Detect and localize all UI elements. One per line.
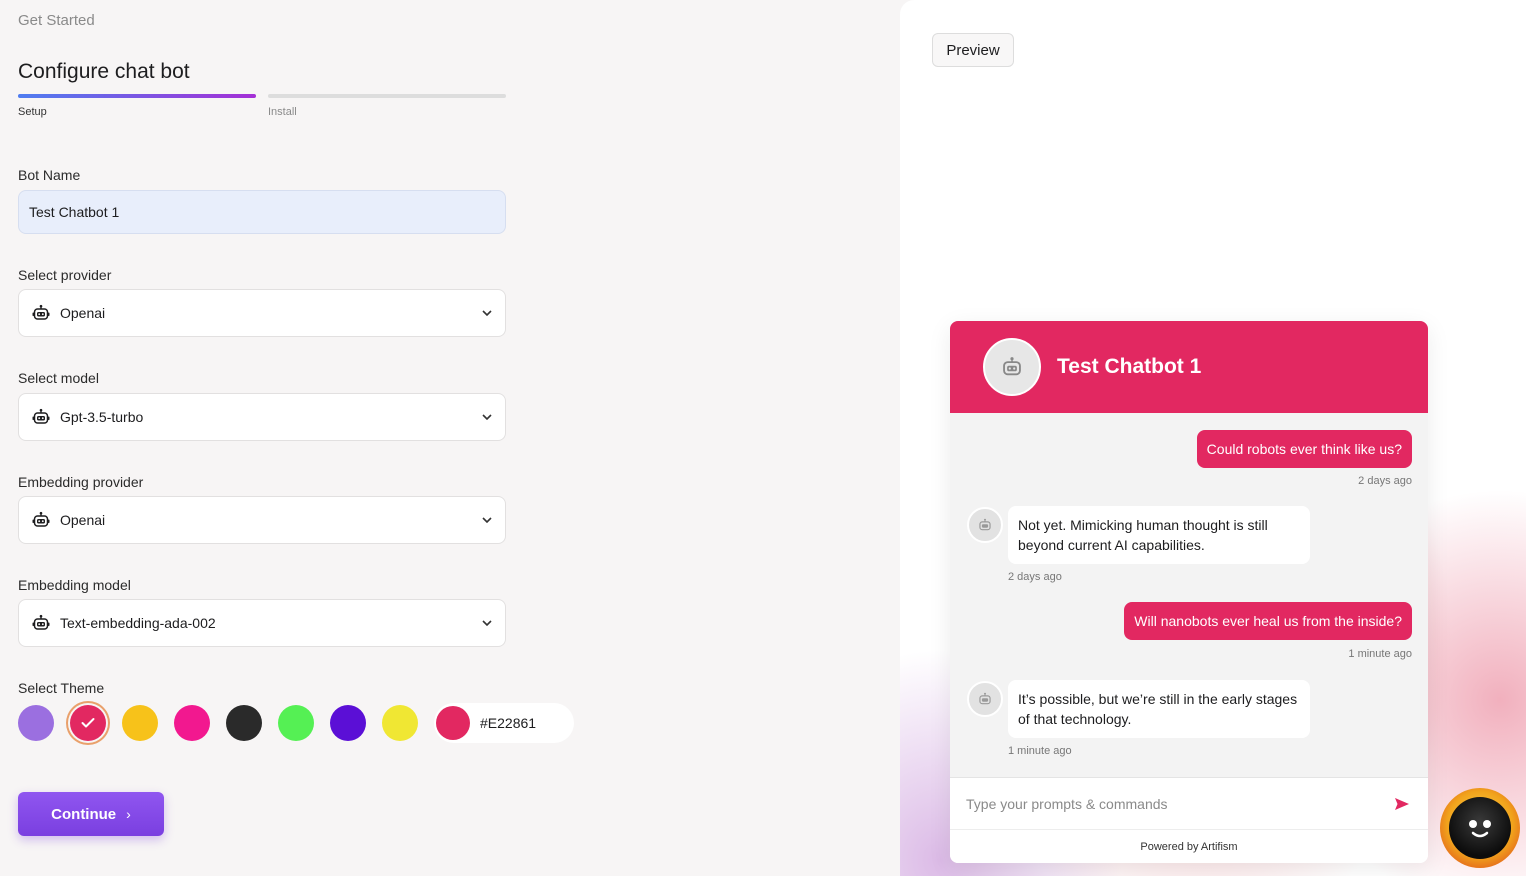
message-time: 2 days ago [1358,475,1412,487]
robot-icon [31,303,51,323]
step-install-label: Install [268,106,297,118]
send-icon[interactable] [1392,794,1412,814]
theme-swatch[interactable] [70,705,106,741]
continue-button[interactable]: Continue › [18,792,164,836]
chat-title: Test Chatbot 1 [1057,355,1202,378]
embedding-provider-value: Openai [60,512,106,528]
robot-icon [31,510,51,530]
embedding-model-label: Embedding model [18,577,131,593]
theme-label: Select Theme [18,680,105,696]
check-icon [81,718,95,728]
chat-launcher-button[interactable] [1440,788,1520,868]
bot-name-label: Bot Name [18,167,81,183]
chevron-down-icon [481,514,493,526]
bot-message: It’s possible, but we’re still in the ea… [1008,680,1310,738]
step-setup-progress [18,94,256,98]
custom-color-dot[interactable] [436,706,470,740]
preview-pane: Preview Test Chatbot 1 Could robots ever… [900,0,1526,876]
theme-swatch[interactable] [174,705,210,741]
provider-label: Select provider [18,267,112,283]
bot-avatar [967,681,1003,717]
embedding-provider-select[interactable]: Openai [18,496,506,544]
theme-swatch[interactable] [226,705,262,741]
theme-swatch[interactable] [18,705,54,741]
user-message: Could robots ever think like us? [1196,430,1412,468]
chevron-right-icon: › [126,806,131,822]
bot-avatar [967,507,1003,543]
embedding-provider-label: Embedding provider [18,474,144,490]
custom-color-input[interactable] [480,715,570,731]
user-message: Will nanobots ever heal us from the insi… [1124,602,1412,640]
custom-color-picker [434,703,574,743]
powered-by: Powered by Artifism [950,829,1428,863]
chat-widget: Test Chatbot 1 Could robots ever think l… [950,321,1428,863]
theme-swatch[interactable] [382,705,418,741]
bot-face-icon [1449,797,1511,859]
step-install-progress [268,94,506,98]
robot-icon [1003,357,1021,376]
stepper: Setup Install [18,94,506,124]
model-value: Gpt-3.5-turbo [60,409,144,425]
robot-icon [31,407,51,427]
chevron-down-icon [481,411,493,423]
robot-icon [31,613,51,633]
robot-icon [979,518,991,531]
bot-message: Not yet. Mimicking human thought is stil… [1008,506,1310,564]
page-title: Configure chat bot [18,60,190,83]
chevron-down-icon [481,307,493,319]
model-select[interactable]: Gpt-3.5-turbo [18,393,506,441]
message-time: 1 minute ago [1348,648,1412,660]
theme-swatches [18,703,574,743]
message-time: 2 days ago [1008,571,1062,583]
bot-avatar [983,338,1041,396]
config-pane: Get Started Configure chat bot Setup Ins… [0,0,900,876]
provider-value: Openai [60,305,106,321]
theme-swatch[interactable] [278,705,314,741]
breadcrumb[interactable]: Get Started [18,12,95,29]
chevron-down-icon [481,617,493,629]
message-time: 1 minute ago [1008,745,1072,757]
step-install[interactable]: Install [268,94,506,118]
robot-icon [979,692,991,705]
step-setup-label: Setup [18,106,47,118]
step-setup[interactable]: Setup [18,94,256,118]
theme-swatch[interactable] [122,705,158,741]
chat-input[interactable] [966,795,1392,812]
chat-composer [950,777,1428,829]
chat-header: Test Chatbot 1 [950,321,1428,413]
model-label: Select model [18,370,99,386]
embedding-model-value: Text-embedding-ada-002 [60,615,216,631]
preview-button[interactable]: Preview [932,33,1014,67]
continue-label: Continue [51,805,117,823]
embedding-model-select[interactable]: Text-embedding-ada-002 [18,599,506,647]
bot-name-input[interactable] [18,190,506,234]
theme-swatch[interactable] [330,705,366,741]
provider-select[interactable]: Openai [18,289,506,337]
message-list: Could robots ever think like us? 2 days … [950,413,1428,777]
